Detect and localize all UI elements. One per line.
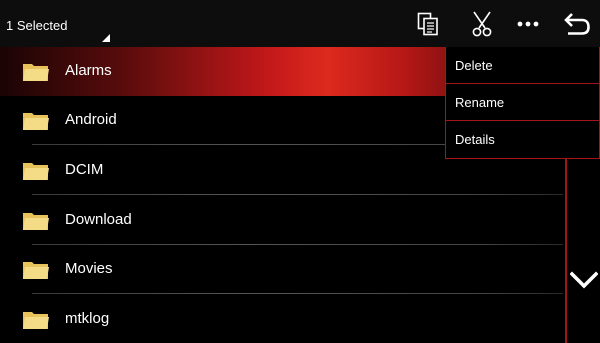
folder-icon	[23, 64, 49, 81]
menu-item-details[interactable]: Details	[446, 121, 600, 158]
more-options-button[interactable]	[512, 8, 544, 40]
scroll-down-button[interactable]	[569, 265, 599, 295]
file-name: DCIM	[65, 161, 104, 178]
menu-item-label: Delete	[455, 58, 493, 73]
folder-icon	[23, 213, 49, 230]
file-row[interactable]: Download	[0, 196, 563, 245]
file-name: Download	[65, 211, 132, 228]
context-menu: Delete Rename Details	[445, 47, 600, 159]
file-row[interactable]: mtklog	[0, 295, 563, 343]
file-manager-screen: 1 Selected Alarms Android DCIM Download …	[0, 0, 600, 343]
file-name: Android	[65, 111, 117, 128]
cut-button[interactable]	[466, 8, 498, 40]
file-name: mtklog	[65, 310, 110, 327]
folder-icon	[23, 163, 49, 180]
dropdown-corner-icon	[102, 34, 110, 42]
scissors-icon	[472, 11, 492, 37]
folder-icon	[23, 262, 49, 279]
menu-item-rename[interactable]: Rename	[446, 84, 600, 121]
selection-dropdown[interactable]: 1 Selected	[6, 6, 116, 42]
menu-item-label: Details	[455, 132, 495, 147]
folder-icon	[23, 113, 49, 130]
chevron-down-icon	[570, 271, 598, 289]
menu-item-label: Rename	[455, 95, 505, 110]
row-divider	[32, 194, 563, 195]
copy-icon	[417, 12, 438, 36]
menu-item-delete[interactable]: Delete	[446, 47, 600, 84]
file-name: Alarms	[65, 62, 112, 79]
top-toolbar: 1 Selected	[0, 0, 600, 47]
selection-label: 1 Selected	[6, 18, 68, 33]
copy-button[interactable]	[412, 8, 444, 40]
file-row[interactable]: Movies	[0, 245, 563, 294]
back-button[interactable]	[561, 8, 593, 40]
back-icon	[564, 13, 590, 35]
row-divider	[32, 293, 563, 294]
file-name: Movies	[65, 260, 113, 277]
folder-icon	[23, 312, 49, 329]
more-icon	[517, 21, 539, 27]
